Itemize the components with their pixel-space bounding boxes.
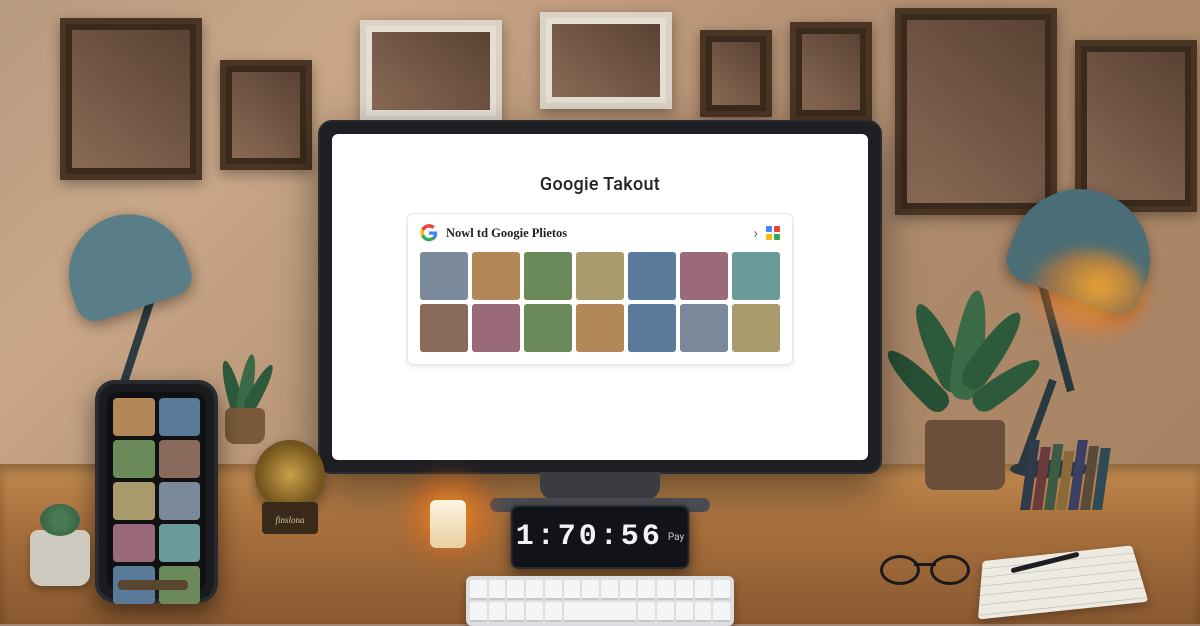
desktop-monitor: Googie Takout Nowl td Googie Plietos › [318,120,882,474]
service-card[interactable]: Nowl td Googie Plietos › [407,213,793,365]
digital-clock: 1:70:56 Pay [511,505,690,569]
photo-thumbnail[interactable] [576,252,624,300]
small-succulent [30,530,90,586]
wall-frame [60,18,202,180]
photo-thumbnail[interactable] [628,252,676,300]
candle [430,500,466,548]
eyeglasses [880,555,970,583]
clock-suffix: Pay [668,532,684,543]
phone-stand [118,580,188,590]
keyboard[interactable] [466,576,734,626]
ornament-label: finslona [256,515,324,525]
wall-frame [790,22,872,122]
photo-thumbnail[interactable] [472,304,520,352]
photo-thumbnail[interactable] [680,252,728,300]
phone-screen[interactable] [107,392,206,591]
potted-plant [885,300,1025,520]
smartphone[interactable] [95,380,218,603]
wall-frame [220,60,312,170]
service-card-label: Nowl td Googie Plietos [446,226,745,241]
photo-thumbnail[interactable] [420,252,468,300]
wall-frame [700,30,772,117]
chevron-right-icon[interactable]: › [753,224,758,242]
google-logo-icon [420,224,438,242]
photo-thumbnail[interactable] [420,304,468,352]
photo-thumbnail[interactable] [524,252,572,300]
clock-time: 1:70:56 [516,520,663,554]
photo-thumbnail[interactable] [732,304,780,352]
photo-thumbnail[interactable] [576,304,624,352]
wall-frame [360,20,502,122]
photo-thumbnail[interactable] [472,252,520,300]
page-title: Googie Takout [540,174,660,195]
photo-thumbnail[interactable] [732,252,780,300]
photo-thumbnail[interactable] [524,304,572,352]
grid-view-icon[interactable] [766,226,780,240]
decorative-ornament [255,440,325,510]
photo-thumbnail[interactable] [680,304,728,352]
monitor-screen[interactable]: Googie Takout Nowl td Googie Plietos › [332,134,868,460]
photo-thumbnail-grid [420,252,780,352]
photo-thumbnail[interactable] [628,304,676,352]
book-stack [1020,440,1120,510]
wall-frame [540,12,672,109]
